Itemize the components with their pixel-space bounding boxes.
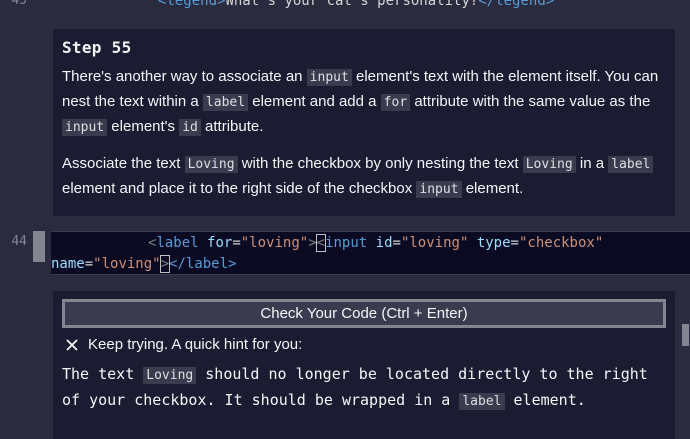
check-code-button[interactable]: Check Your Code (Ctrl + Enter) — [62, 299, 666, 328]
feedback-panel: Check Your Code (Ctrl + Enter) Keep tryi… — [53, 291, 675, 439]
hint-heading-text: Keep trying. A quick hint for you: — [88, 336, 303, 353]
inline-code: label — [608, 156, 654, 173]
gutter-marker — [33, 231, 45, 262]
step-description: Step 55 There's another way to associate… — [53, 29, 675, 216]
code-token: = — [232, 235, 241, 251]
text: attribute. — [200, 118, 264, 135]
text: in a — [575, 155, 609, 172]
inline-code: input — [416, 181, 462, 198]
text: element. — [461, 180, 524, 197]
bracket-match: > — [159, 255, 171, 273]
line-number: 43 — [11, 0, 27, 8]
code-token: label — [156, 235, 199, 251]
close-icon — [66, 338, 78, 351]
code-token: </label> — [169, 256, 237, 272]
code-text: <legend>What's your cat's personality?</… — [158, 0, 554, 9]
code-token: "loving" — [400, 235, 469, 251]
text: with the checkbox by only nesting the te… — [237, 155, 523, 172]
code-row: name="loving"></label> — [51, 255, 236, 273]
code-token: "checkbox" — [518, 235, 604, 251]
code-token: = — [392, 235, 401, 251]
code-token: = — [84, 256, 94, 272]
code-token: name — [51, 256, 85, 272]
code-token: "loving" — [93, 256, 161, 272]
code-token: > — [308, 235, 317, 251]
code-token: "loving" — [240, 235, 309, 251]
inline-code: id — [179, 119, 201, 136]
description-paragraph: Associate the text Loving with the check… — [62, 152, 666, 202]
bracket-match: < — [315, 234, 327, 252]
text: element's — [107, 118, 180, 135]
text: element. — [504, 391, 586, 409]
code-token: for — [198, 235, 233, 251]
description-paragraph: There's another way to associate an inpu… — [62, 65, 666, 140]
text: element and add a — [248, 93, 381, 110]
inline-code: Loving — [184, 156, 238, 173]
hint-message: The text Loving should no longer be loca… — [62, 362, 672, 414]
scrollbar-thumb[interactable] — [682, 324, 689, 346]
code-token: input — [325, 235, 368, 251]
editor-line-44[interactable]: <label for="loving"><input id="loving" t… — [51, 231, 690, 275]
line-number: 44 — [11, 234, 27, 249]
inline-code: label — [459, 393, 505, 410]
code-token: id — [367, 235, 393, 251]
editor-line-43[interactable]: 43 <legend>What's your cat's personality… — [0, 0, 690, 14]
hint-heading: Keep trying. A quick hint for you: — [64, 336, 302, 353]
code-token: <legend> — [158, 0, 226, 9]
inline-code: label — [202, 94, 249, 111]
inline-code: for — [380, 94, 411, 111]
text: Associate the text — [62, 155, 185, 172]
text: There's another way to associate an — [62, 68, 307, 85]
step-title: Step 55 — [62, 38, 132, 57]
text: attribute with the same value as the — [410, 93, 651, 110]
code-token: What's your cat's personality? — [225, 0, 479, 9]
text: The text — [62, 365, 144, 383]
code-row: <label for="loving"><input id="loving" t… — [148, 234, 603, 252]
text: element and place it to the right side o… — [62, 180, 417, 197]
code-token: </legend> — [478, 0, 555, 9]
inline-code: Loving — [143, 367, 197, 384]
inline-code: Loving — [522, 156, 576, 173]
inline-code: input — [62, 119, 108, 136]
code-token: = — [510, 235, 519, 251]
code-token: type — [468, 235, 511, 251]
scrollbar-track[interactable] — [681, 276, 690, 439]
inline-code: input — [306, 69, 352, 86]
